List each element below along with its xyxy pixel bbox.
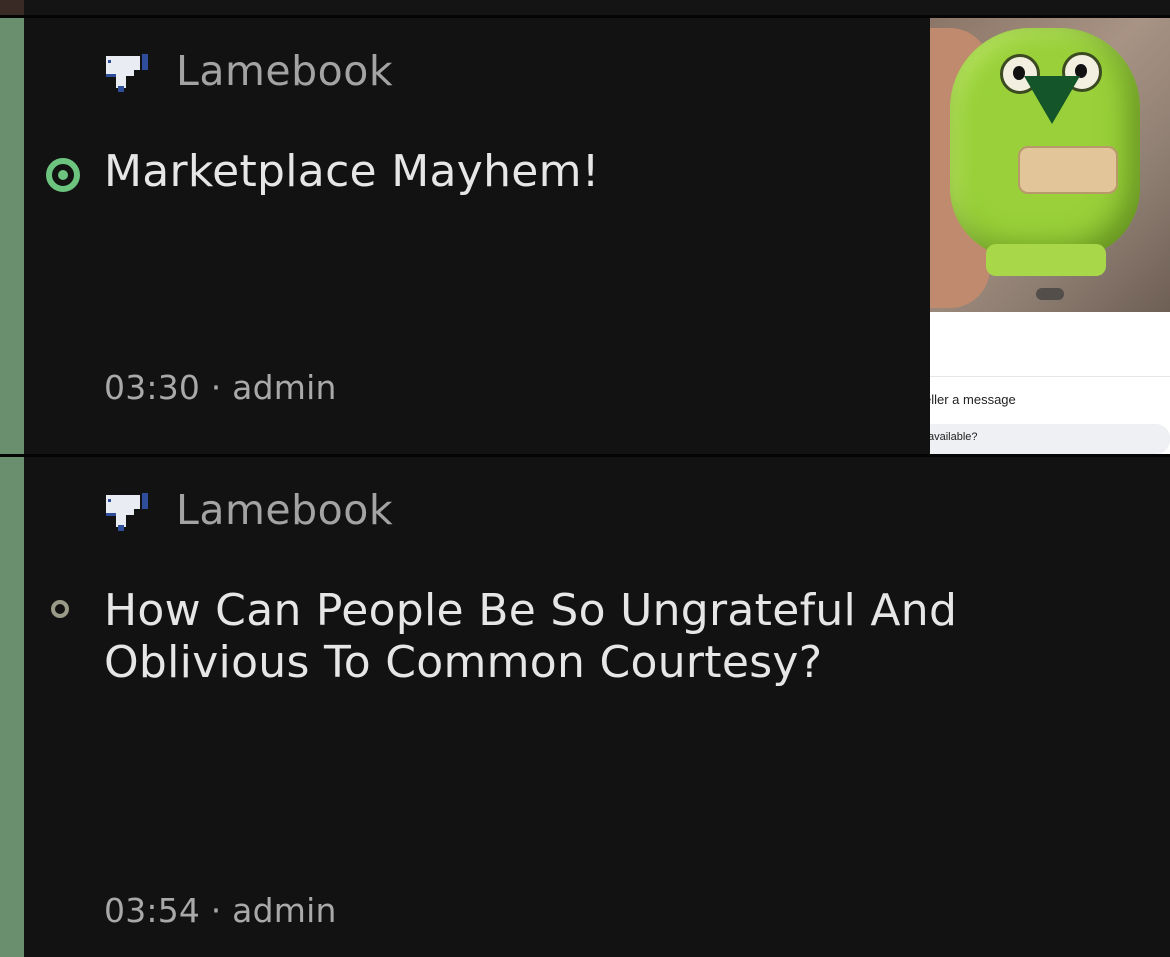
- thumbs-down-icon: [106, 493, 148, 531]
- item-source: Lamebook: [104, 486, 394, 534]
- thumbnail-divider: [930, 376, 1170, 377]
- read-dot-icon[interactable]: [51, 600, 69, 618]
- item-source: Lamebook: [104, 47, 394, 95]
- item-title[interactable]: Marketplace Mayhem!: [104, 146, 904, 198]
- item-meta: 03:54 · admin: [104, 891, 337, 930]
- item-meta: 03:30 · admin: [104, 368, 337, 407]
- thumbnail-mouth: [1018, 146, 1118, 194]
- thumbnail-message-label: eller a message: [930, 392, 1016, 407]
- thumbnail-message-text: available?: [930, 431, 978, 443]
- item-thumbnail[interactable]: eller a message available?: [930, 18, 1170, 454]
- unread-dot-icon[interactable]: [46, 158, 80, 192]
- thumbs-down-icon: [106, 54, 148, 92]
- thumbnail-pager-dots: [1036, 288, 1064, 300]
- source-name: Lamebook: [176, 47, 394, 95]
- feed-page: Lamebook Marketplace Mayhem! 03:30 · adm…: [0, 0, 1170, 957]
- thumbnail-figurine: [950, 28, 1140, 258]
- thumbnail-feet: [986, 244, 1106, 276]
- item-title[interactable]: How Can People Be So Ungrateful And Obli…: [104, 585, 1004, 689]
- thumbnail-beak: [1024, 76, 1080, 124]
- feed-item[interactable]: Lamebook Marketplace Mayhem! 03:30 · adm…: [0, 18, 1170, 454]
- previous-item-edge: [0, 0, 1170, 18]
- source-name: Lamebook: [176, 486, 394, 534]
- feed-item[interactable]: Lamebook How Can People Be So Ungrateful…: [0, 457, 1170, 957]
- item-accent-bar: [0, 457, 24, 957]
- previous-item-accent: [0, 0, 24, 16]
- item-accent-bar: [0, 18, 24, 454]
